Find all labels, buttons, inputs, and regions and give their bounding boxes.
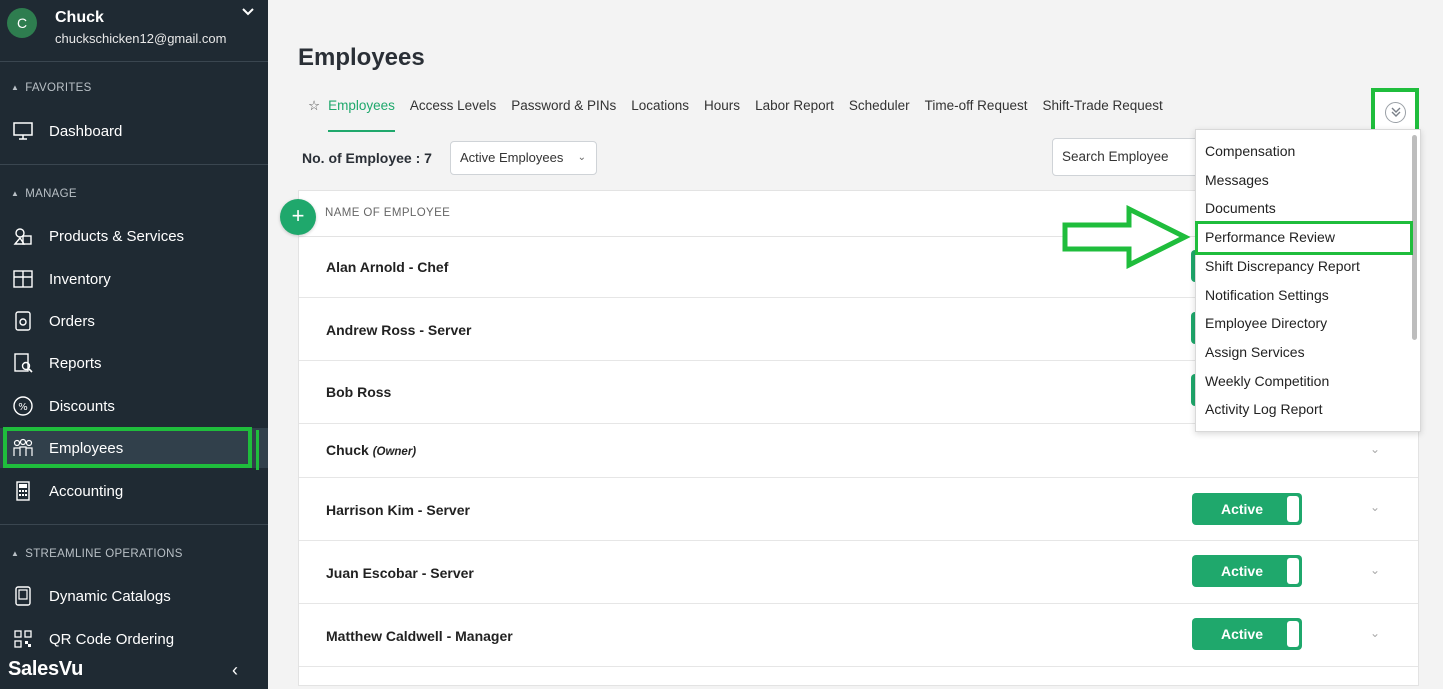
- more-tabs-dropdown: Compensation Messages Documents Performa…: [1195, 129, 1421, 432]
- tab-hours[interactable]: Hours: [704, 98, 740, 132]
- chevron-down-icon[interactable]: ⌄: [1370, 563, 1380, 577]
- employee-name: Bob Ross: [326, 384, 392, 400]
- sidebar-item-orders[interactable]: Orders: [0, 301, 268, 341]
- tab-scheduler[interactable]: Scheduler: [849, 98, 910, 132]
- avatar: C: [7, 8, 37, 38]
- tab-locations[interactable]: Locations: [631, 98, 689, 132]
- collapse-sidebar-button[interactable]: ‹: [232, 660, 238, 681]
- menu-item-assign-services[interactable]: Assign Services: [1205, 344, 1305, 360]
- page-title: Employees: [298, 44, 425, 71]
- sidebar-item-label: Dynamic Catalogs: [49, 587, 171, 605]
- employee-name: Juan Escobar - Server: [326, 565, 474, 581]
- section-favorites[interactable]: ▲ FAVORITES: [11, 82, 92, 94]
- section-manage[interactable]: ▲ MANAGE: [11, 188, 77, 200]
- reports-icon: [14, 353, 33, 373]
- tab-employees[interactable]: Employees: [328, 98, 395, 132]
- sidebar-item-label: Accounting: [49, 482, 124, 500]
- tab-time-off-request[interactable]: Time-off Request: [925, 98, 1028, 132]
- table-row[interactable]: Harrison Kim - Server Active ⌄: [299, 478, 1418, 541]
- sidebar-item-label: Discounts: [49, 397, 115, 415]
- employee-name: Matthew Caldwell - Manager: [326, 628, 513, 644]
- sidebar-item-products[interactable]: Products & Services: [0, 216, 268, 256]
- chevron-down-icon[interactable]: ⌄: [1370, 500, 1380, 514]
- monitor-icon: [13, 122, 33, 140]
- sidebar-item-reports[interactable]: Reports: [0, 343, 268, 383]
- employee-name: Alan Arnold - Chef: [326, 259, 449, 275]
- menu-item-compensation[interactable]: Compensation: [1205, 143, 1295, 159]
- employee-count: No. of Employee : 7: [302, 150, 432, 166]
- table-row[interactable]: Matthew Caldwell - Manager Active ⌄: [299, 604, 1418, 667]
- employee-role: (Owner): [372, 446, 417, 458]
- add-employee-button[interactable]: +: [280, 199, 316, 235]
- sidebar-scrollbar[interactable]: [256, 430, 259, 470]
- tab-access-levels[interactable]: Access Levels: [410, 98, 496, 132]
- catalog-icon: [15, 586, 31, 606]
- table-row[interactable]: Juan Escobar - Server Active ⌄: [299, 541, 1418, 604]
- menu-item-messages[interactable]: Messages: [1205, 172, 1269, 188]
- divider: [0, 61, 268, 62]
- sidebar-item-discounts[interactable]: % Discounts: [0, 386, 268, 426]
- status-filter-select[interactable]: Active Employees ⌄: [450, 141, 597, 175]
- sidebar-item-label: Dashboard: [49, 122, 123, 140]
- status-toggle[interactable]: Active: [1192, 555, 1302, 587]
- table-row[interactable]: Chuck (Owner) ⌄: [299, 424, 1418, 478]
- sidebar-item-inventory[interactable]: Inventory: [0, 259, 268, 299]
- sidebar-item-accounting[interactable]: Accounting: [0, 471, 268, 511]
- chevron-down-icon[interactable]: ⌄: [1370, 626, 1380, 640]
- sidebar-item-label: QR Code Ordering: [49, 630, 175, 648]
- status-toggle[interactable]: Active: [1192, 618, 1302, 650]
- sidebar-item-qr-ordering[interactable]: QR Code Ordering: [0, 619, 268, 659]
- sidebar-item-label: Reports: [49, 354, 102, 372]
- sidebar-item-dashboard[interactable]: Dashboard: [0, 111, 268, 151]
- tab-bar: ☆ Employees Access Levels Password & PIN…: [308, 98, 1178, 132]
- discount-icon: %: [13, 396, 33, 416]
- qr-icon: [14, 630, 32, 648]
- chevron-down-icon: ⌄: [577, 152, 586, 163]
- inventory-icon: [13, 270, 33, 288]
- chevron-down-icon[interactable]: [240, 4, 256, 20]
- orders-icon: [15, 311, 31, 331]
- account-email: chuckschicken12@gmail.com: [55, 31, 227, 46]
- employees-highlight: [3, 427, 252, 468]
- menu-item-notification-settings[interactable]: Notification Settings: [1205, 287, 1329, 303]
- section-streamline[interactable]: ▲ STREAMLINE OPERATIONS: [11, 548, 183, 560]
- sidebar: C Chuck chuckschicken12@gmail.com ▲ FAVOR…: [0, 0, 268, 689]
- sidebar-item-label: Orders: [49, 312, 95, 330]
- svg-text:%: %: [18, 402, 28, 413]
- tab-password-pins[interactable]: Password & PINs: [511, 98, 616, 132]
- tab-labor-report[interactable]: Labor Report: [755, 98, 834, 132]
- menu-item-weekly-competition[interactable]: Weekly Competition: [1205, 373, 1329, 389]
- divider: [0, 164, 268, 165]
- menu-item-documents[interactable]: Documents: [1205, 200, 1276, 216]
- status-toggle[interactable]: Active: [1192, 493, 1302, 525]
- tab-shift-trade-request[interactable]: Shift-Trade Request: [1042, 98, 1162, 132]
- arrow-right-icon: [1062, 205, 1191, 269]
- employee-name: Harrison Kim - Server: [326, 502, 470, 518]
- account-name: Chuck: [55, 9, 104, 26]
- divider: [0, 524, 268, 525]
- sidebar-item-label: Inventory: [49, 270, 111, 288]
- menu-item-shift-discrepancy-report[interactable]: Shift Discrepancy Report: [1205, 258, 1360, 274]
- menu-item-activity-log-report[interactable]: Activity Log Report: [1205, 401, 1323, 417]
- performance-review-highlight: [1195, 221, 1413, 255]
- calculator-icon: [16, 481, 30, 501]
- double-chevron-down-icon: [1385, 102, 1406, 123]
- employee-name: Chuck (Owner): [326, 442, 417, 458]
- employee-name: Andrew Ross - Server: [326, 322, 472, 338]
- products-icon: [13, 228, 32, 245]
- sidebar-item-dynamic-catalogs[interactable]: Dynamic Catalogs: [0, 576, 268, 616]
- account-switcher[interactable]: C Chuck chuckschicken12@gmail.com: [0, 0, 268, 56]
- brand-logo: SalesVu: [8, 658, 83, 680]
- column-header-name: NAME OF EMPLOYEE: [325, 207, 451, 219]
- favorite-star-icon[interactable]: ☆: [308, 98, 320, 132]
- menu-item-employee-directory[interactable]: Employee Directory: [1205, 315, 1327, 331]
- sidebar-item-label: Products & Services: [49, 227, 185, 245]
- chevron-down-icon[interactable]: ⌄: [1370, 442, 1380, 456]
